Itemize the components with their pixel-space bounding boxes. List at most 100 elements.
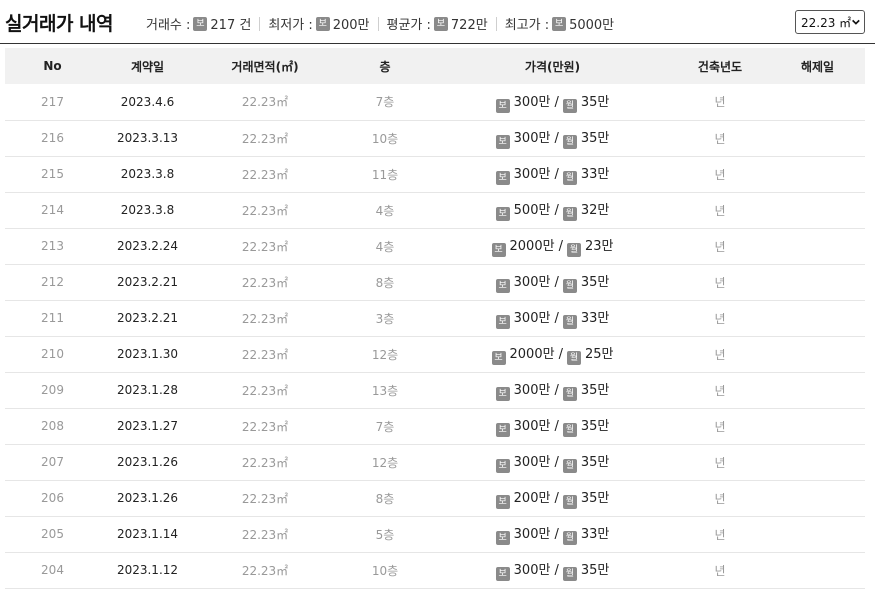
price-separator: / — [554, 455, 559, 470]
monthly-badge: 월 — [562, 423, 577, 437]
cell-no: 217 — [41, 94, 64, 109]
cell-built-year: 년 — [714, 95, 726, 110]
cell-built-year: 년 — [714, 131, 726, 146]
real-transaction-panel: 실거래가 내역 거래수 : 보 217 건 최저가 : 보 200만 평균가 :… — [0, 0, 875, 589]
cell-built-year: 년 — [714, 347, 726, 362]
table-row: 213 2023.2.24 22.23㎡ 4층 보 2000만 / 월 23만 년 — [5, 228, 865, 264]
cell-price: 보 300만 / 월 35만 — [435, 444, 670, 480]
deposit-badge: 보 — [495, 98, 510, 113]
cell-floor: 8층 — [375, 491, 395, 506]
cell-area: 22.23㎡ — [241, 347, 289, 362]
deposit-badge: 보 — [495, 207, 510, 221]
stat-max-label: 최고가 : — [504, 18, 550, 33]
cell-built-year: 년 — [714, 275, 726, 290]
deposit-badge: 보 — [315, 16, 330, 31]
table-row: 206 2023.1.26 22.23㎡ 8층 보 200만 / 월 35만 년 — [5, 480, 865, 516]
price-separator: / — [554, 419, 559, 434]
deposit-badge: 보 — [495, 495, 510, 509]
cell-area: 22.23㎡ — [241, 311, 289, 326]
cell-price: 보 200만 / 월 35만 — [435, 480, 670, 516]
cell-contract-date: 2023.4.6 — [120, 94, 175, 109]
divider — [495, 16, 497, 31]
stat-count-label: 거래수 : — [146, 18, 191, 33]
price-separator: / — [554, 311, 559, 326]
cell-cancel-date — [770, 552, 865, 588]
cell-built-year: 년 — [714, 167, 726, 182]
cell-built-year: 년 — [714, 311, 726, 326]
cell-floor: 4층 — [375, 203, 395, 218]
deposit-badge: 보 — [491, 351, 506, 365]
monthly-value: 35만 — [580, 131, 610, 146]
transaction-table: No 계약일 거래면적(㎡) 층 가격(만원) 건축년도 해제일 217 2023… — [5, 48, 865, 589]
monthly-badge: 월 — [562, 315, 577, 329]
cell-area: 22.23㎡ — [241, 131, 289, 146]
cell-contract-date: 2023.1.14 — [116, 527, 179, 541]
cell-cancel-date — [770, 156, 865, 192]
monthly-badge: 월 — [566, 243, 581, 257]
stat-avg-value: 722만 — [450, 18, 488, 33]
cell-floor: 10층 — [371, 563, 399, 578]
cell-contract-date: 2023.1.26 — [116, 455, 179, 469]
monthly-value: 23만 — [584, 239, 614, 254]
table-row: 214 2023.3.8 22.23㎡ 4층 보 500만 / 월 32만 년 — [5, 192, 865, 228]
deposit-value: 300만 — [513, 167, 551, 182]
column-header-price: 가격(만원) — [524, 59, 581, 74]
cell-area: 22.23㎡ — [241, 239, 289, 254]
cell-contract-date: 2023.1.27 — [116, 419, 179, 433]
cell-cancel-date — [770, 444, 865, 480]
table-row: 210 2023.1.30 22.23㎡ 12층 보 2000만 / 월 25만 년 — [5, 336, 865, 372]
price-separator: / — [554, 167, 559, 182]
monthly-value: 35만 — [580, 419, 610, 434]
table-row: 205 2023.1.14 22.23㎡ 5층 보 300만 / 월 33만 년 — [5, 516, 865, 552]
cell-price: 보 300만 / 월 33만 — [435, 300, 670, 336]
table-row: 215 2023.3.8 22.23㎡ 11층 보 300만 / 월 33만 년 — [5, 156, 865, 192]
stat-min-value: 200만 — [332, 18, 370, 33]
divider — [377, 16, 379, 31]
cell-contract-date: 2023.2.24 — [116, 239, 179, 253]
monthly-badge: 월 — [562, 459, 577, 473]
cell-floor: 12층 — [371, 347, 399, 362]
table-row: 204 2023.1.12 22.23㎡ 10층 보 300만 / 월 35만 년 — [5, 552, 865, 588]
stat-avg: 평균가 : 보 722만 — [387, 14, 488, 33]
stat-avg-label: 평균가 : — [386, 18, 431, 33]
stat-count: 거래수 : 보 217 건 — [146, 14, 251, 33]
cell-area: 22.23㎡ — [241, 491, 289, 506]
monthly-value: 33만 — [580, 311, 610, 326]
column-header-cancel-date: 해제일 — [800, 59, 835, 74]
deposit-value: 500만 — [513, 203, 551, 218]
deposit-badge: 보 — [495, 279, 510, 293]
deposit-value: 300만 — [513, 455, 551, 470]
cell-cancel-date — [770, 228, 865, 264]
cell-floor: 13층 — [371, 383, 399, 398]
monthly-badge: 월 — [566, 351, 581, 365]
cell-built-year: 년 — [714, 239, 726, 254]
cell-cancel-date — [770, 516, 865, 552]
price-separator: / — [558, 239, 563, 254]
deposit-value: 300만 — [513, 275, 551, 290]
cell-floor: 11층 — [371, 167, 399, 182]
monthly-value: 35만 — [580, 94, 610, 110]
cell-built-year: 년 — [714, 491, 726, 506]
monthly-badge: 월 — [562, 207, 577, 221]
cell-area: 22.23㎡ — [241, 419, 289, 434]
stat-min-label: 최저가 : — [268, 18, 313, 33]
deposit-value: 300만 — [513, 311, 551, 326]
cell-contract-date: 2023.2.21 — [116, 311, 179, 325]
cell-price: 보 300만 / 월 33만 — [435, 516, 670, 552]
cell-price: 보 300만 / 월 35만 — [435, 120, 670, 156]
monthly-badge: 월 — [562, 387, 577, 401]
monthly-badge: 월 — [562, 531, 577, 545]
cell-cancel-date — [770, 120, 865, 156]
cell-cancel-date — [770, 300, 865, 336]
area-select[interactable]: 22.23 ㎡ — [795, 10, 865, 34]
cell-price: 보 300만 / 월 33만 — [435, 156, 670, 192]
page-title: 실거래가 내역 — [5, 13, 114, 35]
cell-floor: 5층 — [375, 527, 395, 542]
monthly-value: 32만 — [580, 203, 610, 218]
cell-contract-date: 2023.1.26 — [116, 491, 179, 505]
table-row: 209 2023.1.28 22.23㎡ 13층 보 300만 / 월 35만 년 — [5, 372, 865, 408]
cell-contract-date: 2023.3.8 — [120, 167, 175, 181]
column-header-date: 계약일 — [130, 59, 165, 74]
deposit-value: 2000만 — [509, 239, 555, 254]
price-separator: / — [554, 527, 559, 542]
